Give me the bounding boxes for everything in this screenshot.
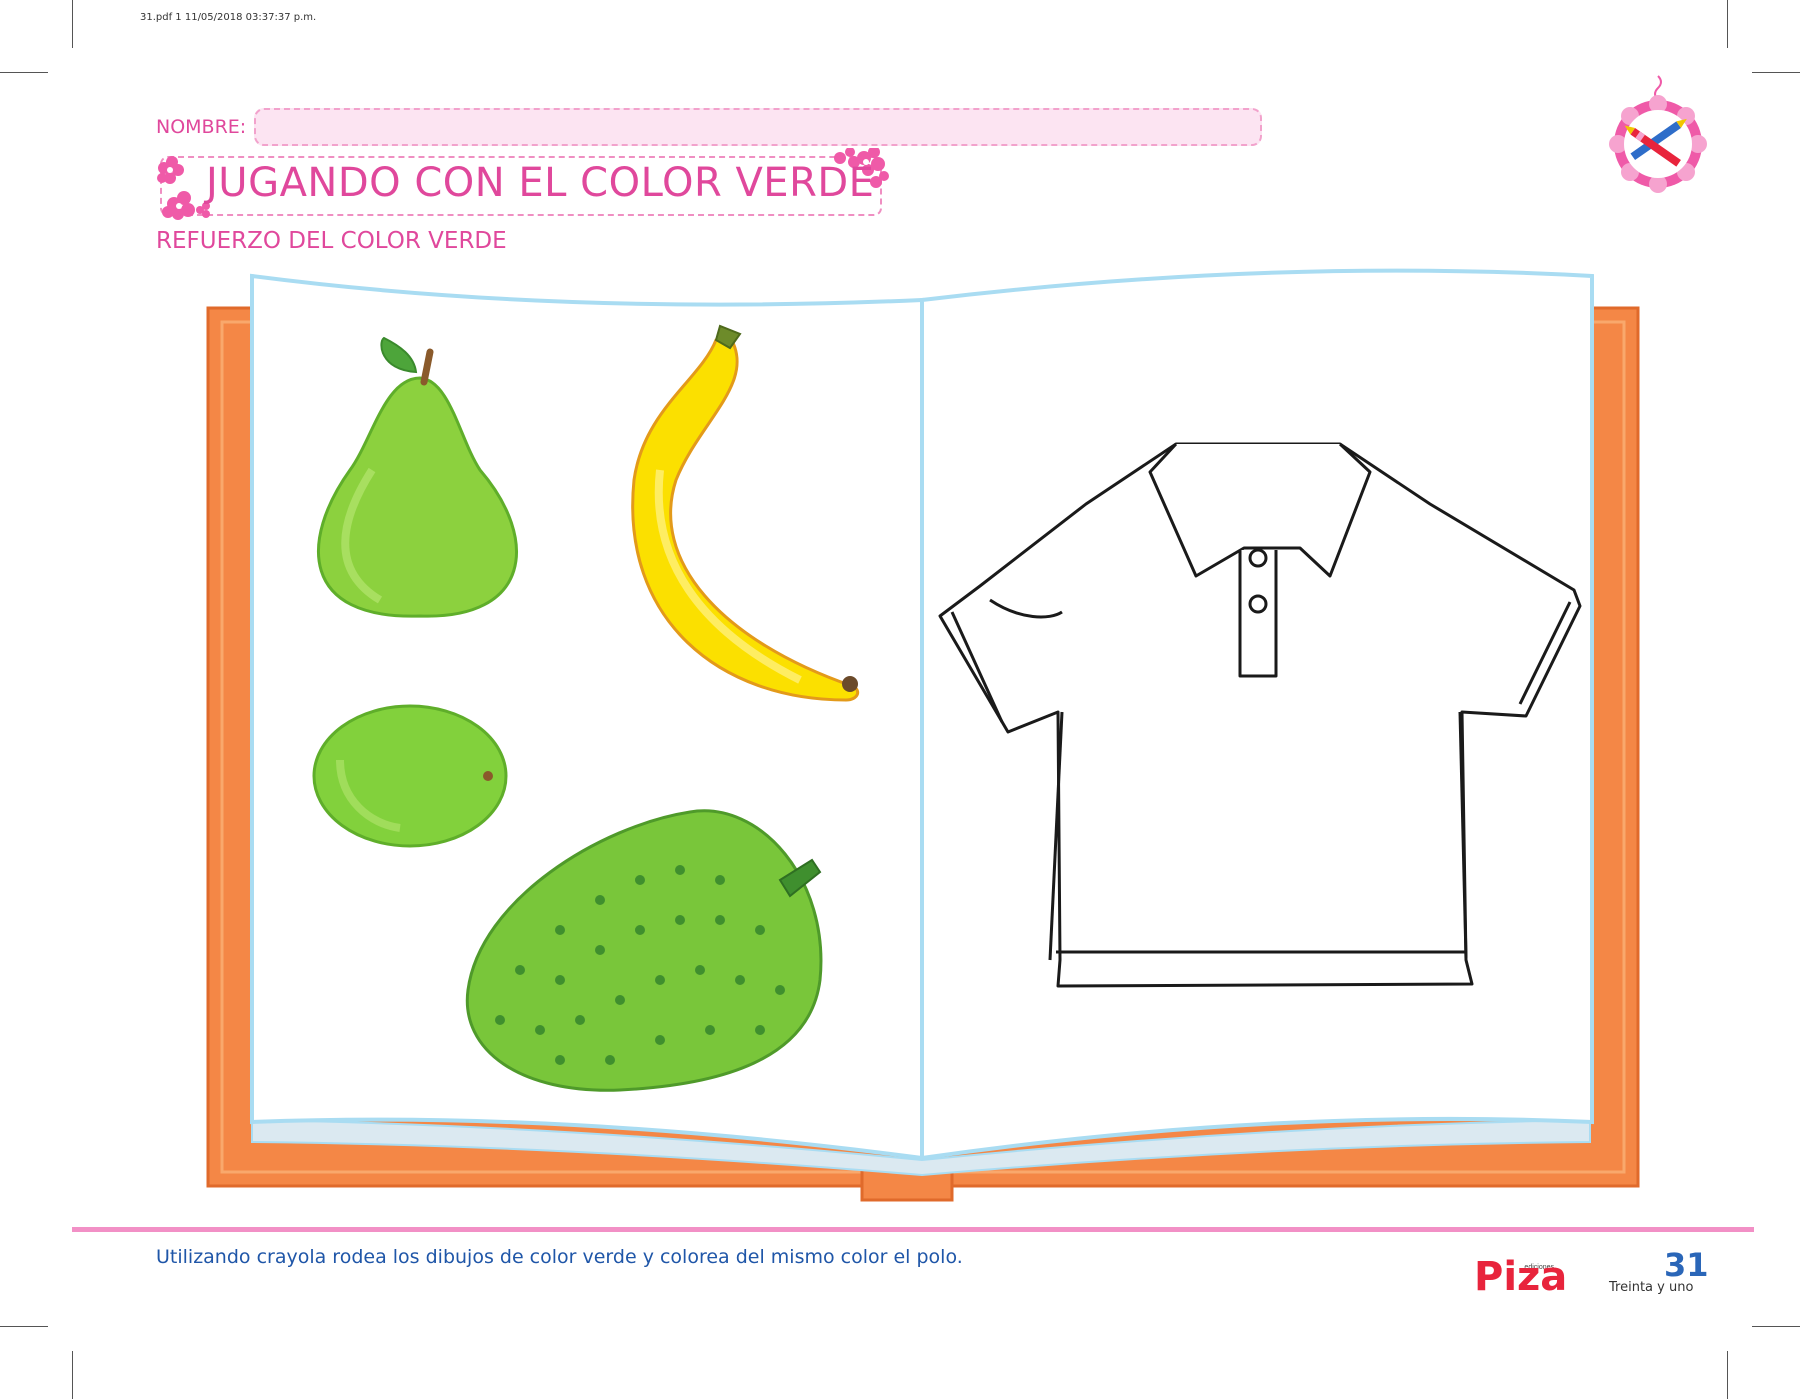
page-number: 31 — [1664, 1246, 1709, 1284]
footer-divider — [72, 1227, 1754, 1232]
page-number-words: Treinta y uno — [1609, 1280, 1694, 1295]
lime-drawing — [312, 704, 508, 848]
publisher-logo: Piza — [1474, 1254, 1568, 1300]
instruction-text: Utilizando crayola rodea los dibujos de … — [156, 1246, 963, 1268]
open-book-illustration — [206, 268, 1640, 1202]
